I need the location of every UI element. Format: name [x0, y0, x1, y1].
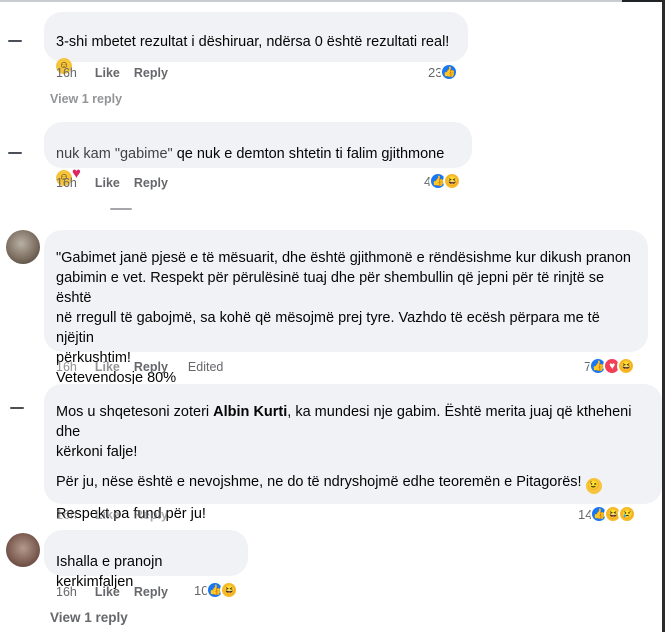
- thumbs-up-icon: 👍: [440, 63, 459, 81]
- comment-bubble: 3-shi mbetet rezultat i dëshiruar, ndërs…: [44, 12, 468, 74]
- comment-actions: 16h Like Reply: [56, 66, 182, 80]
- avatar-placeholder-mark: [10, 407, 24, 409]
- reaction-summary[interactable]: 23 👍: [428, 63, 459, 81]
- reply-button[interactable]: Reply: [134, 360, 168, 374]
- avatar-placeholder-mark: [8, 152, 22, 154]
- view-replies-link[interactable]: View 1 reply: [50, 610, 128, 625]
- sad-icon: 😢: [618, 505, 637, 523]
- edited-label: Edited: [187, 360, 224, 374]
- comment-text: Mos u shqetesoni zoteri: [56, 404, 214, 420]
- view-replies-link[interactable]: View 1 reply: [50, 92, 122, 106]
- comment-text-prefix: nuk kam "gabime": [56, 146, 173, 162]
- comment-timestamp: 16h: [56, 585, 77, 599]
- haha-icon: 😆: [443, 172, 462, 190]
- comment-timestamp: 16h: [56, 176, 77, 190]
- window-top-right-edge: [622, 0, 662, 2]
- reaction-summary[interactable]: 10 👍 😆: [194, 581, 239, 599]
- avatar[interactable]: [6, 230, 40, 264]
- comment-bubble: "Gabimet janë pjesë e të mësuarit, dhe ë…: [44, 230, 648, 386]
- reply-button[interactable]: Reply: [134, 585, 168, 599]
- haha-icon: 😆: [220, 581, 239, 599]
- avatar[interactable]: [6, 533, 40, 567]
- reply-button[interactable]: Reply: [134, 176, 168, 190]
- like-button[interactable]: Like: [95, 176, 120, 190]
- reaction-summary[interactable]: 7 👍 ♥ 😆: [584, 357, 636, 375]
- like-button[interactable]: Like: [95, 360, 120, 374]
- comment-bubble: Mos u shqetesoni zoteri Albin Kurti, ka …: [44, 384, 662, 522]
- reply-button[interactable]: Reply: [134, 508, 168, 522]
- reaction-summary[interactable]: 14 👍 😆 😢: [578, 505, 637, 523]
- comment-actions: 16h Like Reply: [56, 508, 182, 522]
- avatar-placeholder-mark: [8, 40, 22, 42]
- comment-text: qe nuk e demton shtetin ti falim gjithmo…: [172, 146, 445, 162]
- comment-timestamp: 16h: [56, 508, 77, 522]
- window-top-border: [0, 0, 665, 2]
- reaction-summary[interactable]: 4 👍 😆: [424, 172, 462, 190]
- comment-bubble: Ishalla e pranojn kerkimfaljen: [44, 530, 248, 590]
- comment-text-line: "Gabimet janë pjesë e të mësuarit, dhe ë…: [56, 250, 632, 266]
- comment-text-line: gabimin e vet. Respekt për përulësinë tu…: [56, 270, 605, 306]
- comment-timestamp: 16h: [56, 360, 77, 374]
- comment-timestamp: 16h: [56, 66, 77, 80]
- comment-text: 3-shi mbetet rezultat i dëshiruar, ndërs…: [56, 34, 450, 50]
- like-button[interactable]: Like: [95, 585, 120, 599]
- reply-button[interactable]: Reply: [134, 66, 168, 80]
- faded-text-mark: [110, 208, 132, 210]
- comment-actions: 16h Like Reply: [56, 585, 182, 599]
- haha-icon: 😆: [617, 357, 636, 375]
- comment-text-line: në rregull të gabojmë, sa kohë që mësojm…: [56, 310, 600, 346]
- comment-bubble: nuk kam "gabime" qe nuk e demton shtetin…: [44, 122, 472, 186]
- mentioned-user-link[interactable]: Albin Kurti: [213, 404, 287, 420]
- comment-actions: 16h Like Reply: [56, 176, 182, 190]
- like-button[interactable]: Like: [95, 508, 120, 522]
- comment-text: Për ju, nëse është e nevojshme, ne do të…: [56, 474, 582, 490]
- comment-actions: 16h Like Reply Edited: [56, 360, 223, 374]
- like-button[interactable]: Like: [95, 66, 120, 80]
- wink-emoji-icon: 😉: [585, 478, 602, 494]
- comment-text-line: kërkoni falje!: [56, 444, 138, 460]
